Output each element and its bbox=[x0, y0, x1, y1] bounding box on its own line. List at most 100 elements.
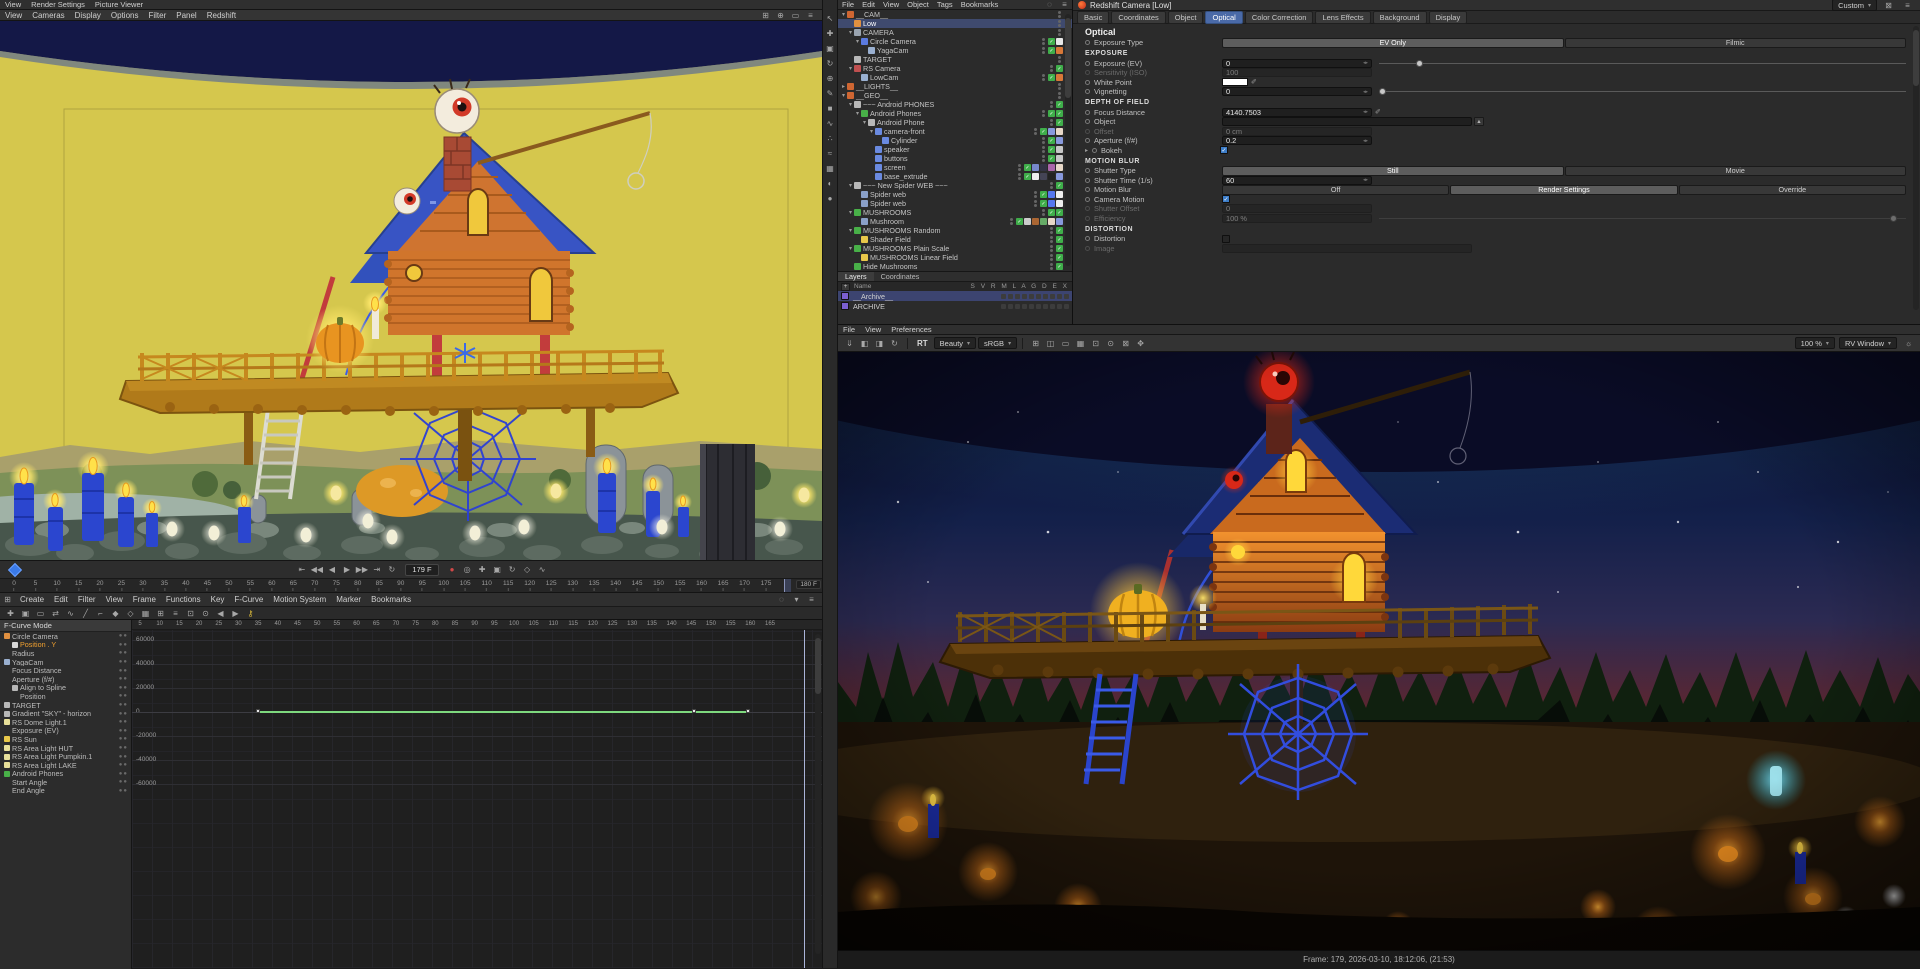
object-row[interactable]: TARGET bbox=[838, 55, 1072, 64]
track-key-dots[interactable]: ●● bbox=[119, 659, 128, 665]
track-key-dots[interactable]: ●● bbox=[119, 668, 128, 674]
volume-icon[interactable]: ▦ bbox=[824, 162, 836, 174]
tag-icon[interactable] bbox=[1056, 164, 1063, 171]
fcurve-scrollbar[interactable] bbox=[815, 634, 821, 954]
object-picker-button[interactable]: ▲ bbox=[1474, 117, 1484, 127]
pen-tool-icon[interactable]: ✎ bbox=[824, 87, 836, 99]
exposure-ev-input[interactable]: 0 ◂▸ bbox=[1222, 58, 1372, 68]
layer-flag-cell[interactable] bbox=[1008, 293, 1013, 299]
grid-toggle-icon[interactable]: ⊞ bbox=[759, 9, 772, 21]
search-icon[interactable]: ◌ bbox=[775, 594, 788, 606]
layer-flag-cell[interactable] bbox=[1036, 303, 1041, 309]
expander-icon[interactable]: ▾ bbox=[847, 29, 854, 36]
object-row[interactable]: Mushroom ✓ bbox=[838, 217, 1072, 226]
menu-create[interactable]: Create bbox=[15, 595, 49, 604]
expander-icon[interactable]: ▾ bbox=[847, 209, 854, 216]
visibility-dots[interactable] bbox=[1042, 74, 1045, 81]
render-image[interactable] bbox=[838, 352, 1920, 950]
segment-filmic[interactable]: Filmic bbox=[1564, 37, 1906, 48]
tag-icon[interactable] bbox=[1056, 38, 1063, 45]
fcurve-tree-row[interactable]: Android Phones ●● bbox=[0, 770, 131, 778]
timeline-panel-icon[interactable]: ⊞ bbox=[1, 594, 14, 606]
visibility-dots[interactable] bbox=[1018, 173, 1021, 180]
fcurve-tree-row[interactable]: RS Area Light LAKE ●● bbox=[0, 761, 131, 770]
fcurve-tree-row[interactable]: Gradient "SKY" - horizon ●● bbox=[0, 709, 131, 718]
tag-icon[interactable] bbox=[1056, 137, 1063, 144]
expander-icon[interactable]: ▾ bbox=[868, 128, 875, 135]
track-key-dots[interactable]: ●● bbox=[119, 736, 128, 742]
object-row[interactable]: ▾ ~~~ New Spider WEB ~~~ ✓ bbox=[838, 181, 1072, 190]
tag-icon[interactable]: ✓ bbox=[1056, 209, 1063, 216]
tab-object[interactable]: Object bbox=[1167, 10, 1204, 24]
tag-icon[interactable]: ✓ bbox=[1048, 146, 1055, 153]
fcurve-tree-row[interactable]: Aperture (f/#) ●● bbox=[0, 675, 131, 684]
object-row[interactable]: speaker ✓ bbox=[838, 145, 1072, 154]
segment-ev-only[interactable]: EV Only bbox=[1222, 37, 1564, 48]
tag-icon[interactable] bbox=[1048, 128, 1055, 135]
object-row[interactable]: ▾ camera-front ✓ bbox=[838, 127, 1072, 136]
tag-icon[interactable] bbox=[1040, 218, 1047, 225]
layer-dropdown[interactable]: Beauty ▾ bbox=[933, 337, 977, 349]
tag-icon[interactable] bbox=[1056, 218, 1063, 225]
om-search-icon[interactable]: ◌ bbox=[1043, 0, 1056, 11]
track-key-dots[interactable]: ●● bbox=[119, 650, 128, 656]
layer-tab-layers[interactable]: Layers bbox=[838, 271, 874, 282]
record-parameter-icon[interactable]: ◇ bbox=[521, 564, 534, 576]
track-key-dots[interactable]: ●● bbox=[119, 685, 128, 691]
tag-icon[interactable] bbox=[1040, 164, 1047, 171]
next-key-button[interactable]: ⇥ bbox=[370, 564, 383, 576]
menu-panel[interactable]: Panel bbox=[171, 11, 201, 20]
visibility-dots[interactable] bbox=[1034, 200, 1037, 207]
layer-tab-coordinates[interactable]: Coordinates bbox=[874, 272, 927, 282]
tangent-break-icon[interactable]: ◇ bbox=[124, 607, 137, 619]
object-row[interactable]: Cylinder ✓ bbox=[838, 136, 1072, 145]
visibility-dots[interactable] bbox=[1058, 29, 1061, 36]
fcurve-mode-header[interactable]: F-Curve Mode bbox=[0, 620, 131, 632]
ripple-edit-icon[interactable]: ⇄ bbox=[49, 607, 62, 619]
filter-icon[interactable]: ▾ bbox=[790, 594, 803, 606]
menu-render-settings[interactable]: Render Settings bbox=[26, 0, 90, 9]
expander-icon[interactable]: ▾ bbox=[840, 11, 847, 18]
expander-icon[interactable]: ▾ bbox=[847, 227, 854, 234]
mograph-icon[interactable]: ∴ bbox=[824, 132, 836, 144]
tag-icon[interactable]: ✓ bbox=[1048, 110, 1055, 117]
tab-color-correction[interactable]: Color Correction bbox=[1244, 10, 1314, 24]
group-exposure[interactable]: EXPOSURE bbox=[1085, 49, 1906, 59]
tag-icon[interactable] bbox=[1024, 218, 1031, 225]
object-row[interactable]: ▾ MUSHROOMS Plain Scale ✓ bbox=[838, 244, 1072, 253]
tag-icon[interactable]: ✓ bbox=[1056, 119, 1063, 126]
object-row[interactable]: Spider web ✓ bbox=[838, 190, 1072, 199]
live-selection-icon[interactable]: ↖ bbox=[824, 12, 836, 24]
segment-movie[interactable]: Movie bbox=[1564, 165, 1906, 176]
fcurve-tree-row[interactable]: Start Angle ●● bbox=[0, 778, 131, 787]
object-row[interactable]: ▾ RS Camera ✓ bbox=[838, 64, 1072, 73]
fcurve-playhead[interactable] bbox=[804, 630, 805, 968]
visibility-dots[interactable] bbox=[1042, 110, 1045, 117]
tag-icon[interactable]: ✓ bbox=[1056, 182, 1063, 189]
material-icon[interactable]: ● bbox=[824, 192, 836, 204]
panel-options-icon[interactable]: ≡ bbox=[805, 594, 818, 606]
menu-bookmarks[interactable]: Bookmarks bbox=[957, 0, 1003, 9]
om-options-icon[interactable]: ≡ bbox=[1058, 0, 1071, 11]
track-key-dots[interactable]: ●● bbox=[119, 711, 128, 717]
layer-color-swatch[interactable] bbox=[841, 292, 849, 300]
visibility-dots[interactable] bbox=[1042, 47, 1045, 54]
fcurve-tree-row[interactable]: TARGET ●● bbox=[0, 701, 131, 709]
tag-icon[interactable]: ✓ bbox=[1056, 65, 1063, 72]
tag-icon[interactable]: ✓ bbox=[1056, 110, 1063, 117]
camera-motion-checkbox[interactable]: ✓ bbox=[1222, 195, 1230, 204]
layer-row[interactable]: ARCHIVE bbox=[838, 301, 1072, 311]
object-row[interactable]: MUSHROOMS Linear Field ✓ bbox=[838, 253, 1072, 262]
tag-icon[interactable] bbox=[1048, 173, 1055, 180]
key-yellow-icon[interactable]: ⚷ bbox=[244, 607, 257, 619]
expander-icon[interactable]: ▾ bbox=[854, 38, 861, 45]
visibility-dots[interactable] bbox=[1050, 101, 1053, 108]
tag-icon[interactable] bbox=[1032, 164, 1039, 171]
gizmo-toggle-icon[interactable]: ⊕ bbox=[774, 9, 787, 21]
bucket-render-icon[interactable]: ▦ bbox=[1074, 337, 1087, 349]
go-to-start-button[interactable]: ⇤ bbox=[295, 564, 308, 576]
curve-linear-icon[interactable]: ╱ bbox=[79, 607, 92, 619]
menu-frame[interactable]: Frame bbox=[128, 595, 161, 604]
tag-icon[interactable] bbox=[1056, 191, 1063, 198]
fullscreen-icon[interactable]: ⊠ bbox=[1119, 337, 1132, 349]
